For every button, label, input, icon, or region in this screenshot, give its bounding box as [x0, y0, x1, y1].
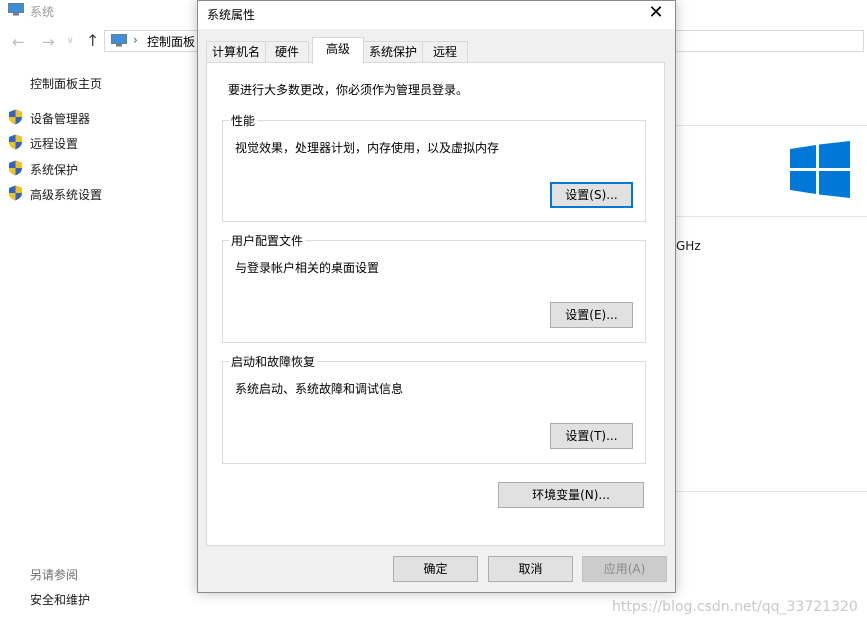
see-also-heading: 另请参阅 [30, 568, 79, 582]
apply-button[interactable]: 应用(A) [582, 556, 667, 582]
processor-speed-text: GHz [676, 239, 701, 253]
startup-recovery-settings-button[interactable]: 设置(T)... [550, 423, 633, 449]
system-protection-link[interactable]: 系统保护 [30, 161, 78, 178]
window-title: 系统 [30, 5, 55, 19]
advanced-tab-page: 要进行大多数更改，你必须作为管理员登录。 性能 视觉效果，处理器计划，内存使用，… [206, 62, 665, 546]
control-panel-icon [111, 34, 127, 47]
environment-variables-button[interactable]: 环境变量(N)... [498, 482, 644, 508]
performance-group: 性能 视觉效果，处理器计划，内存使用，以及虚拟内存 设置(S)... [222, 112, 646, 222]
uac-shield-icon [9, 109, 22, 125]
user-profiles-group: 用户配置文件 与登录帐户相关的桌面设置 设置(E)... [222, 232, 646, 343]
uac-shield-icon [9, 134, 22, 150]
uac-shield-icon [9, 160, 22, 176]
uac-shield-icon [9, 185, 22, 201]
performance-title: 性能 [229, 112, 258, 129]
startup-recovery-title: 启动和故障恢复 [229, 353, 318, 370]
breadcrumb-control-panel[interactable]: 控制面板 [147, 33, 195, 50]
forward-arrow-icon[interactable]: → [42, 33, 55, 51]
advanced-system-settings-link[interactable]: 高级系统设置 [30, 186, 102, 203]
user-profiles-settings-button[interactable]: 设置(E)... [550, 302, 633, 328]
dialog-title-bar: 系统属性 ✕ [198, 1, 675, 29]
back-arrow-icon[interactable]: ← [12, 33, 25, 51]
user-profiles-title: 用户配置文件 [229, 232, 306, 249]
admin-note: 要进行大多数更改，你必须作为管理员登录。 [228, 83, 469, 97]
tab-remote[interactable]: 远程 [422, 41, 468, 63]
section-divider [676, 216, 867, 217]
device-manager-link[interactable]: 设备管理器 [30, 110, 90, 127]
performance-description: 视觉效果，处理器计划，内存使用，以及虚拟内存 [235, 141, 500, 155]
system-properties-dialog: 系统属性 ✕ 计算机名 硬件 高级 系统保护 远程 要进行大多数更改，你必须作为… [197, 0, 676, 593]
tab-system-protection[interactable]: 系统保护 [363, 41, 423, 63]
computer-icon [8, 3, 24, 16]
section-divider [676, 491, 867, 492]
breadcrumb-chevron-icon[interactable]: › [133, 33, 138, 47]
section-divider [676, 125, 867, 126]
security-maintenance-link[interactable]: 安全和维护 [30, 591, 90, 608]
tab-advanced[interactable]: 高级 [312, 37, 364, 64]
close-icon[interactable]: ✕ [641, 1, 671, 27]
performance-settings-button[interactable]: 设置(S)... [550, 182, 633, 208]
tab-computer-name[interactable]: 计算机名 [206, 41, 266, 63]
windows-logo-icon [790, 141, 850, 198]
watermark-text: https://blog.csdn.net/qq_33721320 [612, 599, 858, 615]
startup-recovery-description: 系统启动、系统故障和调试信息 [235, 382, 404, 396]
dialog-title: 系统属性 [207, 8, 256, 22]
control-panel-home-link[interactable]: 控制面板主页 [30, 75, 102, 92]
tab-hardware[interactable]: 硬件 [265, 41, 309, 63]
cancel-button[interactable]: 取消 [488, 556, 573, 582]
startup-recovery-group: 启动和故障恢复 系统启动、系统故障和调试信息 设置(T)... [222, 353, 646, 464]
user-profiles-description: 与登录帐户相关的桌面设置 [235, 261, 380, 275]
recent-locations-chevron-icon[interactable]: ∨ [67, 36, 74, 46]
remote-settings-link[interactable]: 远程设置 [30, 135, 78, 152]
up-arrow-icon[interactable]: ↑ [86, 31, 99, 50]
ok-button[interactable]: 确定 [393, 556, 478, 582]
